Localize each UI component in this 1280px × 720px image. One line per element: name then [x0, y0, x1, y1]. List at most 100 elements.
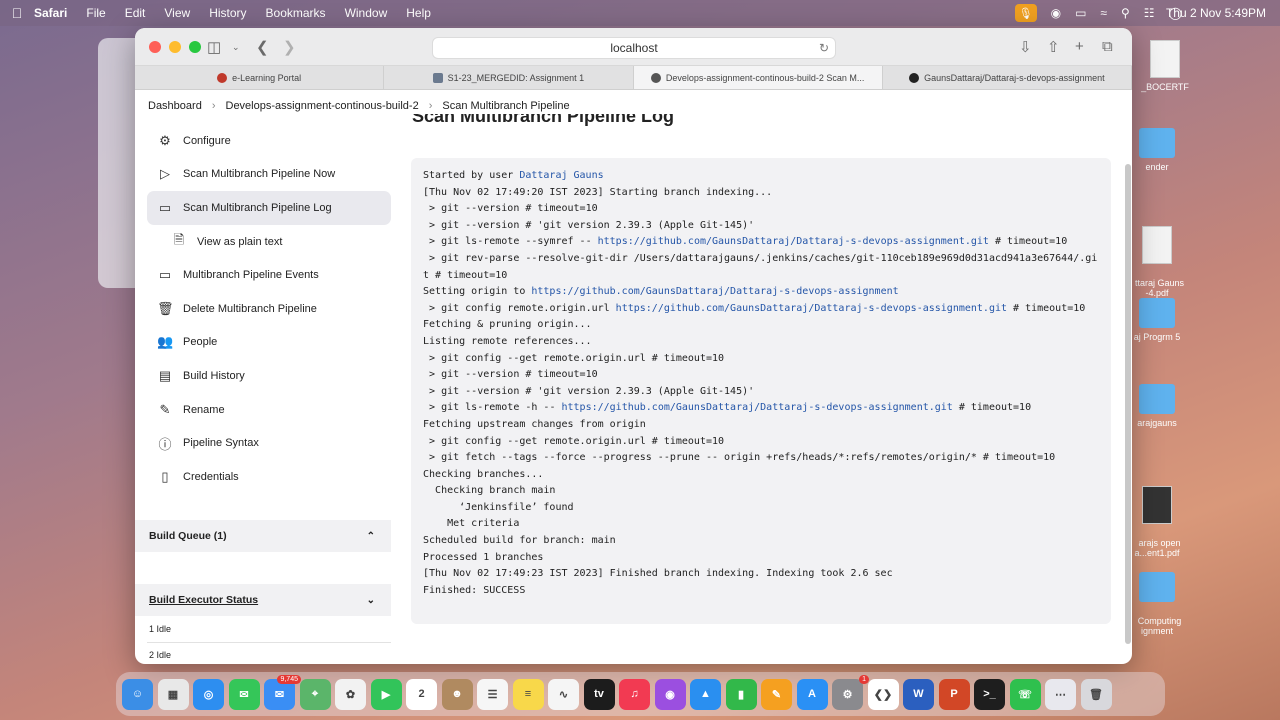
desktop-home-folder[interactable]: arajgauns [1122, 384, 1192, 428]
menu-help[interactable]: Help [406, 6, 431, 20]
console-text: Scheduled build for branch: main [423, 535, 616, 547]
console-link[interactable]: https://github.com/GaunsDattaraj/Dattara… [616, 303, 1007, 314]
finder-icon[interactable]: ☺ [122, 678, 153, 710]
tab-github-repo[interactable]: GaunsDattaraj/Dattaraj-s-devops-assignme… [883, 66, 1132, 89]
photos-icon[interactable]: ✿ [335, 678, 366, 710]
safari-icon[interactable]: ◎ [193, 678, 224, 710]
breadcrumb-job[interactable]: Develops-assignment-continous-build-2 [226, 100, 419, 112]
downloads-icon[interactable]: ⇩ [1019, 38, 1032, 56]
record-icon[interactable]: ◉ [1051, 6, 1061, 20]
tab-assignment[interactable]: S1-23_MERGEDID: Assignment 1 [384, 66, 634, 89]
back-icon[interactable]: ❮ [256, 38, 269, 56]
close-window-button[interactable] [149, 40, 161, 53]
sidebar-item-build-history[interactable]: ▤ Build History [147, 359, 391, 393]
maps-icon[interactable]: ⌖ [299, 678, 331, 710]
console-line: [Thu Nov 02 17:49:23 IST 2023] Finished … [423, 566, 1099, 583]
share-icon[interactable]: ⇧ [1047, 38, 1060, 56]
sidebar-item-delete[interactable]: 🗑 Delete Multibranch Pipeline [147, 292, 391, 326]
freeform-icon[interactable]: ∿ [548, 678, 579, 710]
desktop-folder-2[interactable]: aj Progrm 5 [1122, 298, 1192, 342]
notes-icon[interactable]: ≡ [512, 678, 544, 710]
menu-bookmarks[interactable]: Bookmarks [266, 6, 326, 20]
whatsapp-icon[interactable]: ☏ [1009, 678, 1041, 710]
menu-clock[interactable]: Thu 2 Nov 5:49PM [1166, 6, 1266, 20]
breadcrumb-current[interactable]: Scan Multibranch Pipeline [442, 100, 569, 112]
sidebar-toggle-icon[interactable]: ◫ [207, 38, 221, 56]
tab-jenkins-scan[interactable]: Develops-assignment-continous-build-2 Sc… [633, 66, 883, 89]
sidebar-item-scan-now[interactable]: ▷ Scan Multibranch Pipeline Now [147, 158, 391, 192]
console-link[interactable]: Dattaraj Gauns [519, 170, 603, 181]
powerpoint-icon[interactable]: P [938, 678, 970, 710]
console-link[interactable]: https://github.com/GaunsDattaraj/Dattara… [531, 286, 898, 297]
address-bar[interactable]: localhost ↻ [432, 37, 836, 59]
sidebar-item-pipeline-events[interactable]: ▭ Multibranch Pipeline Events [147, 258, 391, 292]
sidebar-item-pipeline-syntax[interactable]: ⓘ Pipeline Syntax [147, 426, 391, 460]
chevron-down-icon[interactable]: ⌄ [367, 595, 375, 606]
minimize-window-button[interactable] [169, 40, 181, 53]
microphone-icon[interactable]: 🎙 [1014, 4, 1037, 22]
breadcrumb-dashboard[interactable]: Dashboard [148, 100, 202, 112]
pages-icon[interactable]: ✎ [761, 678, 792, 710]
downloads-icon[interactable]: ⋯ [1045, 678, 1076, 710]
control-center-icon[interactable]: ☷ [1144, 6, 1155, 20]
trash-icon[interactable]: 🗑 [1080, 678, 1112, 710]
new-tab-icon[interactable]: + [1075, 38, 1084, 55]
people-icon: 👥 [157, 334, 174, 350]
messages-icon[interactable]: ✉ [228, 678, 260, 710]
launchpad-icon[interactable]: ▦ [157, 678, 189, 710]
appstore-icon[interactable]: A [796, 678, 828, 710]
apple-icon[interactable]:  [0, 5, 34, 21]
numbers-icon[interactable]: ▮ [725, 678, 757, 710]
menu-edit[interactable]: Edit [125, 6, 146, 20]
tab-overview-icon[interactable]: ⧉ [1102, 38, 1113, 55]
sidebar-item-configure[interactable]: ⚙ Configure [147, 124, 391, 158]
desktop-folder-3[interactable]: Computing ignment [1122, 552, 1192, 636]
keynote-icon[interactable]: ▲ [690, 678, 721, 710]
desktop-folder-label: aj Progrm 5 [1133, 332, 1181, 342]
zoom-window-button[interactable] [189, 40, 201, 53]
menu-history[interactable]: History [209, 6, 246, 20]
menu-file[interactable]: File [86, 6, 105, 20]
sidebar-item-credentials[interactable]: ▯ Credentials [147, 460, 391, 494]
podcasts-icon[interactable]: ◉ [654, 678, 686, 710]
menu-app-name[interactable]: Safari [34, 6, 67, 20]
spotlight-search-icon[interactable]: ⚲ [1121, 6, 1130, 20]
menu-view[interactable]: View [164, 6, 190, 20]
console-link[interactable]: https://github.com/GaunsDattaraj/Dattara… [561, 402, 952, 413]
appletv-icon[interactable]: tv [583, 678, 615, 710]
chevron-down-icon[interactable]: ⌄ [232, 42, 240, 53]
music-icon[interactable]: ♫ [619, 678, 650, 710]
menu-window[interactable]: Window [345, 6, 388, 20]
settings-icon[interactable]: ⚙ 1 [832, 674, 869, 710]
contacts-icon[interactable]: ☻ [441, 678, 473, 710]
sidebar-item-scan-log[interactable]: ▭ Scan Multibranch Pipeline Log [147, 191, 391, 225]
page-scrollbar[interactable] [1125, 164, 1131, 644]
terminal-icon[interactable]: >_ [974, 678, 1005, 710]
executor-status-header[interactable]: Build Executor Status ⌄ [135, 584, 391, 616]
window-controls [149, 40, 201, 53]
forward-icon[interactable]: ❯ [283, 38, 296, 56]
mail-icon[interactable]: ✉ 9,745 [264, 674, 301, 710]
dock-glyph: ≡ [524, 688, 532, 700]
desktop-file-3[interactable]: arajs open a...ent1.pdf [1122, 466, 1192, 558]
sidebar-item-rename[interactable]: ✎ Rename [147, 393, 391, 427]
facetime-icon[interactable]: ▶ [370, 678, 402, 710]
vscode-icon[interactable]: ❮❯ [867, 678, 899, 710]
build-queue-header[interactable]: Build Queue (1) ⌃ [135, 520, 391, 552]
battery-icon[interactable]: ▭ [1075, 6, 1086, 20]
wifi-icon[interactable]: ≈ [1100, 6, 1107, 20]
word-icon[interactable]: W [903, 678, 934, 710]
reload-icon[interactable]: ↻ [819, 38, 829, 58]
desktop-file-2[interactable]: ttaraj Gauns -4.pdf [1122, 206, 1192, 298]
sidebar-item-plain-text[interactable]: 🗎 View as plain text [147, 225, 391, 259]
tab-elearning-portal[interactable]: e-Learning Portal [135, 66, 385, 89]
desktop-folder-1[interactable]: ender [1122, 128, 1192, 172]
sidebar-item-people[interactable]: 👥 People [147, 326, 391, 360]
chevron-up-icon[interactable]: ⌃ [367, 531, 375, 542]
reminders-icon[interactable]: ☰ [477, 678, 508, 710]
calendar-icon[interactable]: 2 [406, 678, 437, 710]
console-line: Fetching & pruning origin... [423, 317, 1099, 334]
main-content: Scan Multibranch Pipeline Log ⚙ Configur… [135, 114, 1132, 664]
desktop-file-1[interactable]: _BOCERTF [1130, 40, 1200, 92]
console-link[interactable]: https://github.com/GaunsDattaraj/Dattara… [598, 236, 989, 247]
